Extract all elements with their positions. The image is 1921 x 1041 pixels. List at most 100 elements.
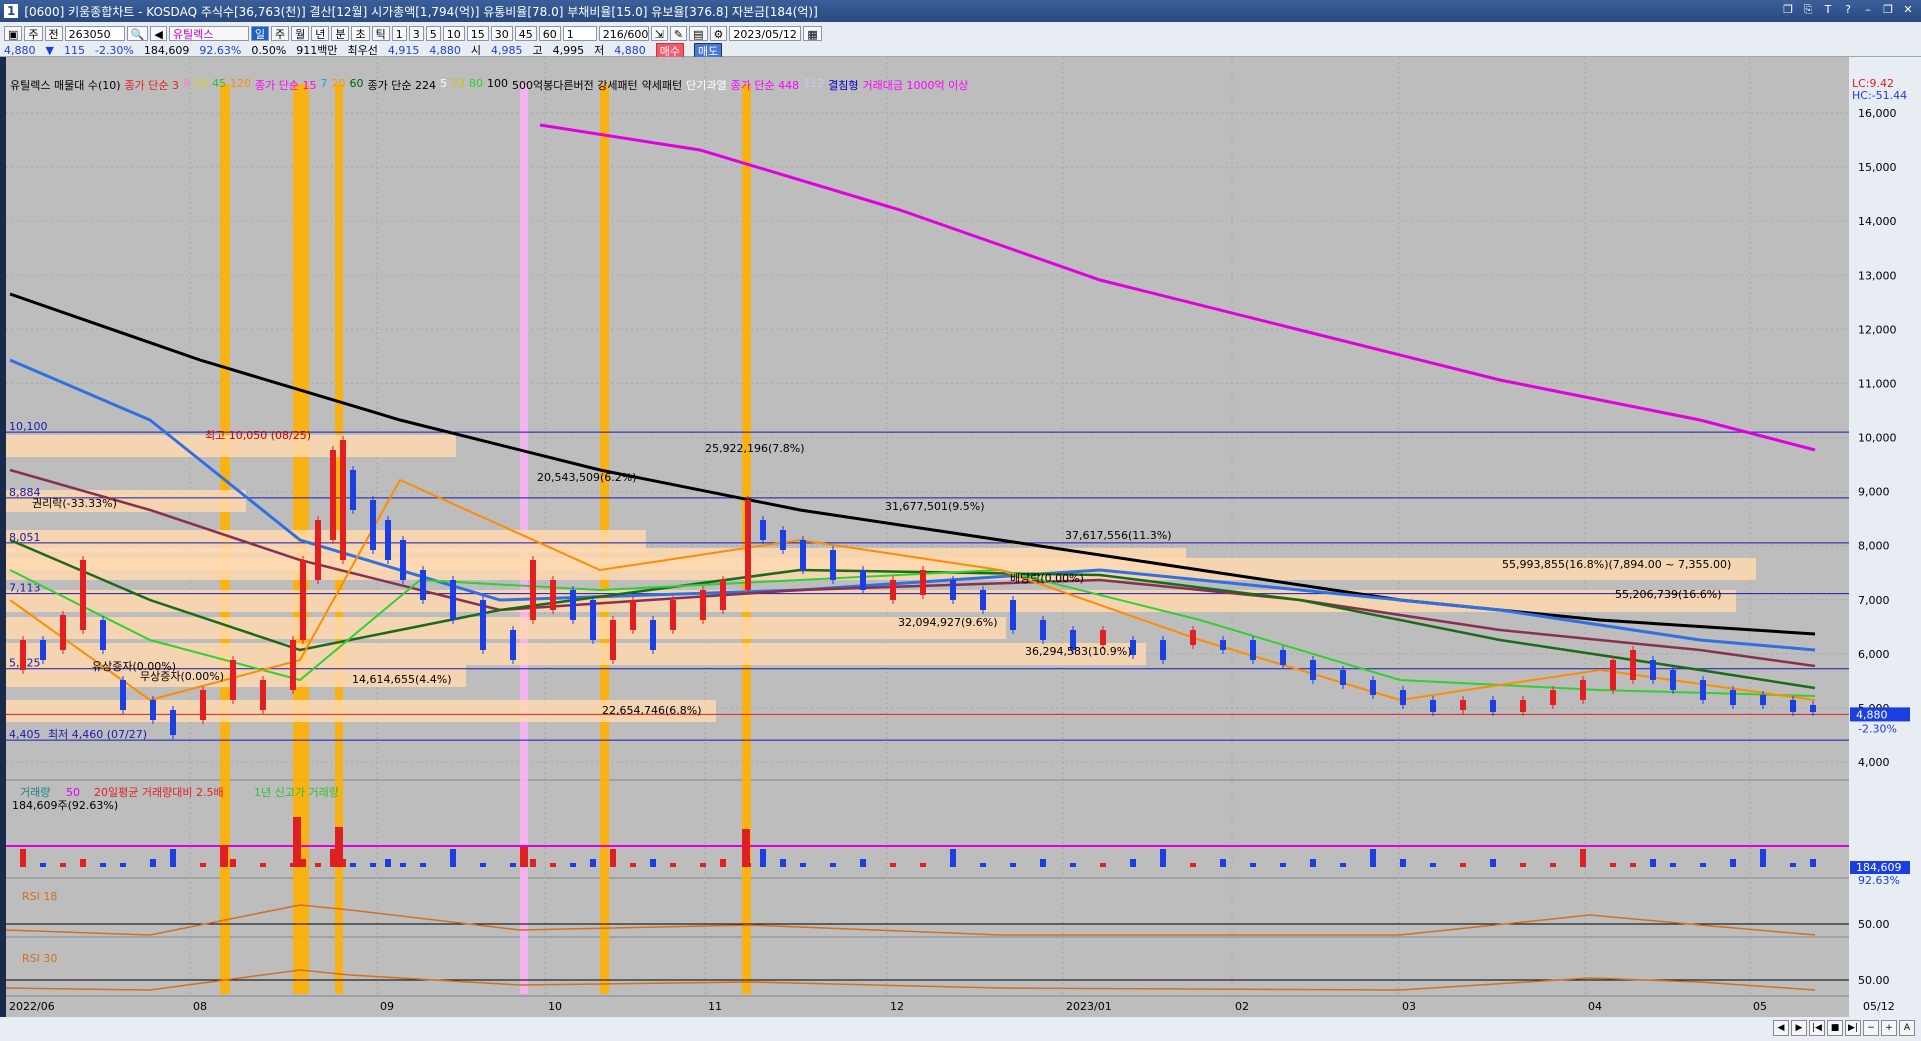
volume-bar — [1190, 863, 1196, 867]
legend-item[interactable]: 80 — [469, 77, 483, 93]
candle-body — [1220, 640, 1226, 650]
legend-item[interactable]: 10 — [194, 77, 208, 93]
stop-icon[interactable]: ■ — [1827, 1020, 1843, 1036]
last-icon[interactable]: ▶| — [1845, 1020, 1861, 1036]
scroll-right-icon[interactable]: ▶ — [1791, 1020, 1807, 1036]
candle-body — [1790, 700, 1796, 712]
legend-item[interactable]: 거래대금 1000억 이상 — [863, 77, 969, 93]
x-axis-label: 02 — [1235, 1000, 1249, 1013]
legend-item[interactable]: 유틸렉스 매물대 수(10) — [10, 77, 121, 93]
legend-item[interactable]: 60 — [350, 77, 364, 93]
first-icon[interactable]: |◀ — [1809, 1020, 1825, 1036]
vp-label: 32,094,927(9.6%) — [898, 616, 998, 629]
annotation-capital: 무상증자(0.00%) — [140, 670, 224, 683]
volume-bar — [780, 859, 786, 867]
x-axis-label: 08 — [193, 1000, 207, 1013]
candle-body — [40, 640, 46, 660]
legend-item[interactable]: 결침형 — [828, 77, 858, 93]
legend-item[interactable]: 8 — [183, 77, 190, 93]
candle-body — [1730, 690, 1736, 705]
volume-legend: 50 — [66, 786, 80, 799]
volume-bar — [1760, 849, 1766, 867]
volume-bar — [1430, 863, 1436, 867]
vp-label: 36,294,583(10.9%) — [1025, 645, 1132, 658]
x-axis-label: 03 — [1402, 1000, 1416, 1013]
vp-label: 20,543,509(6.2%) — [537, 471, 637, 484]
candle-body — [760, 520, 766, 540]
candle-body — [120, 680, 126, 710]
candle-body — [300, 560, 306, 640]
text-icon[interactable]: A — [1899, 1020, 1915, 1036]
candle-body — [1100, 630, 1106, 645]
legend-item[interactable]: 종가 단순 15 — [255, 77, 316, 93]
legend-item[interactable]: 종가 단순 448 — [731, 77, 799, 93]
volume-legend: 거래량 — [20, 786, 50, 799]
scroll-left-icon[interactable]: ◀ — [1773, 1020, 1789, 1036]
candle-body — [1160, 640, 1166, 660]
candle-body — [1460, 700, 1466, 710]
price-tick-label: 7,000 — [1858, 594, 1890, 607]
candle-body — [150, 700, 156, 720]
candle-body — [610, 620, 616, 660]
indicator-legend[interactable]: 유틸렉스 매물대 수(10) 종가 단순 3 8 10 45 120 종가 단순 15 7 20… — [10, 77, 968, 93]
candle-body — [1700, 680, 1706, 700]
volume-bar — [1550, 863, 1556, 867]
candle-body — [100, 620, 106, 650]
candle-body — [20, 640, 26, 670]
volume-axis-value: 184,609 — [1856, 861, 1902, 874]
candle-body — [650, 620, 656, 650]
candle-body — [1430, 700, 1436, 712]
candle-body — [350, 470, 356, 510]
legend-item[interactable]: 120 — [230, 77, 251, 93]
candle-body — [340, 440, 346, 560]
legend-item[interactable]: 7 — [321, 77, 328, 93]
volume-bar — [980, 863, 986, 867]
candle-body — [400, 540, 406, 580]
price-tick-label: 9,000 — [1858, 486, 1890, 499]
vp-label: 22,654,746(6.8%) — [602, 704, 702, 717]
volume-bar — [20, 849, 26, 867]
volume-bar — [700, 863, 706, 867]
legend-item[interactable]: 종가 단순 3 — [125, 77, 179, 93]
candle-body — [980, 590, 986, 610]
volume-value: 184,609주(92.63%) — [12, 799, 118, 812]
candle-body — [315, 520, 321, 580]
price-tick-label: 14,000 — [1858, 215, 1897, 228]
legend-item[interactable]: 45 — [212, 77, 226, 93]
candle-body — [1280, 650, 1286, 665]
vp-label: 55,993,855(16.8%)(7,894.00 ~ 7,355.00) — [1502, 558, 1731, 571]
volume-bar — [1370, 849, 1376, 867]
legend-item[interactable]: 종가 단순 224 — [368, 77, 436, 93]
volume-bar — [1340, 863, 1346, 867]
candle-body — [1400, 690, 1406, 705]
volume-bar — [450, 849, 456, 867]
annotation-low: 최저 4,460 (07/27) — [48, 728, 147, 741]
candle-body — [590, 600, 596, 640]
volume-bar — [720, 859, 726, 867]
volume-bar — [1310, 859, 1316, 867]
x-axis-label: 11 — [708, 1000, 722, 1013]
legend-item[interactable]: 약세패턴 — [642, 77, 682, 93]
level-label: 4,405 — [9, 728, 41, 741]
volume-bar — [100, 863, 106, 867]
last-price-value: 4,880 — [1856, 708, 1888, 721]
zoom-in-icon[interactable]: + — [1881, 1020, 1897, 1036]
volume-bar — [670, 863, 676, 867]
chart-canvas[interactable]: 16,000 15,000 14,000 13,000 12,000 11,000 10,0… — [0, 0, 1921, 1041]
legend-item[interactable]: 단기과열 — [686, 77, 726, 93]
legend-item[interactable]: 33 — [451, 77, 465, 93]
legend-item[interactable]: 500억봉다른버전 강세패턴 — [512, 77, 638, 93]
candle-body — [700, 590, 706, 620]
rsi1-label: RSI 18 — [22, 890, 57, 903]
legend-item[interactable]: 112 — [803, 77, 824, 93]
legend-item[interactable]: 20 — [332, 77, 346, 93]
zoom-out-icon[interactable]: − — [1863, 1020, 1879, 1036]
legend-item[interactable]: 5 — [440, 77, 447, 93]
candle-body — [1370, 680, 1376, 695]
legend-item[interactable]: 100 — [487, 77, 508, 93]
volume-bar — [1810, 859, 1816, 867]
volume-bar — [385, 859, 391, 867]
volume-bar — [520, 847, 528, 867]
x-axis-label: 09 — [380, 1000, 394, 1013]
candle-body — [1190, 630, 1196, 645]
